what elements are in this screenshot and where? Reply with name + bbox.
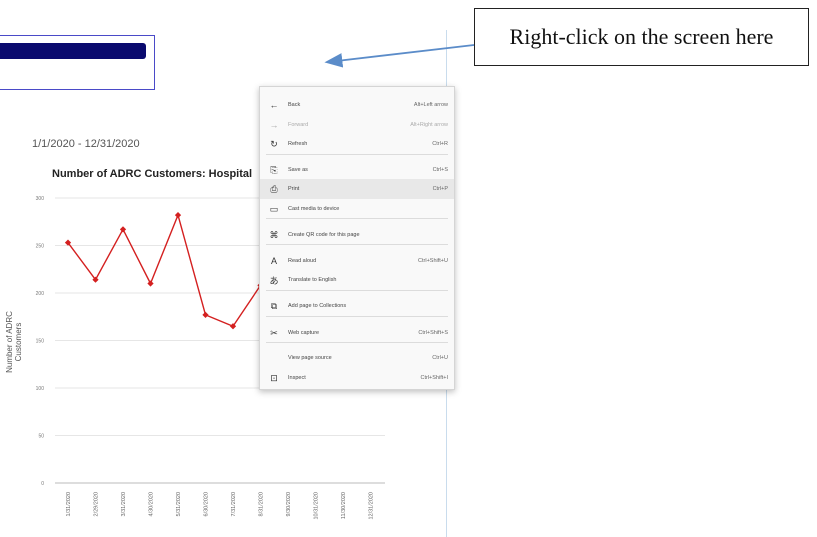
qr-code-icon: ⌘: [269, 229, 279, 240]
context-menu-separator: [266, 290, 448, 291]
y-tick-label: 250: [36, 244, 45, 250]
y-tick-label: 100: [36, 386, 45, 392]
data-point: [147, 280, 154, 287]
context-menu-label: Save as: [288, 167, 308, 173]
x-tick-label: 4/30/2020: [149, 492, 155, 516]
context-menu-item-back[interactable]: ← Back Alt+Left arrow: [260, 95, 454, 115]
context-menu-separator: [266, 316, 448, 317]
back-icon: ←: [269, 100, 279, 110]
context-menu-label: Translate to English: [288, 277, 337, 283]
context-menu-item-save-as[interactable]: ⎘ Save as Ctrl+S: [260, 160, 454, 180]
refresh-icon: ↻: [270, 138, 278, 149]
y-tick-label: 200: [36, 291, 45, 297]
context-menu-shortcut: Ctrl+Shift+S: [418, 330, 448, 336]
y-tick-label: 0: [41, 481, 44, 487]
data-point: [119, 226, 127, 233]
context-menu-shortcut: Alt+Left arrow: [413, 102, 448, 108]
context-menu-item-refresh[interactable]: ↻ Refresh Ctrl+R: [260, 134, 454, 154]
context-menu-label: Add page to Collections: [288, 303, 347, 309]
context-menu-item-print[interactable]: ⎙ Print Ctrl+P: [260, 179, 454, 199]
context-menu-separator: [266, 244, 448, 245]
x-tick-label: 5/31/2020: [176, 492, 182, 516]
context-menu-item-read-aloud[interactable]: A Read aloud Ctrl+Shift+U: [260, 251, 454, 271]
y-tick-label: 300: [36, 196, 45, 202]
context-menu-shortcut: Ctrl+P: [432, 186, 448, 192]
context-menu-label: Inspect: [288, 375, 306, 381]
y-tick-label: 150: [36, 339, 45, 345]
context-menu: ← Back Alt+Left arrow → Forward Alt+Right arr…: [259, 86, 455, 390]
forward-icon: →: [269, 120, 279, 130]
collections-icon: ⧉: [270, 300, 278, 311]
context-menu-shortcut: Ctrl+U: [432, 355, 448, 361]
data-point: [174, 211, 182, 219]
context-menu-shortcut: Ctrl+S: [432, 167, 448, 173]
context-menu-shortcut: Ctrl+Shift+I: [420, 375, 448, 381]
x-tick-label: 10/31/2020: [314, 492, 320, 520]
inspect-icon: ⊡: [270, 372, 278, 383]
context-menu-item-view-page-source[interactable]: View page source Ctrl+U: [260, 348, 454, 368]
data-point: [202, 311, 209, 318]
x-tick-label: 2/29/2020: [94, 492, 100, 516]
context-menu-shortcut: Ctrl+R: [432, 141, 448, 147]
print-icon: ⎙: [270, 183, 278, 194]
cast-icon: ▭: [269, 203, 279, 214]
context-menu-item-forward[interactable]: → Forward Alt+Right arrow: [260, 115, 454, 135]
context-menu-label: Refresh: [288, 141, 308, 147]
x-tick-label: 7/31/2020: [231, 492, 237, 516]
x-tick-label: 1/31/2020: [66, 492, 72, 516]
context-menu-shortcut: Ctrl+Shift+U: [418, 258, 448, 264]
context-menu-label: Cast media to device: [288, 206, 340, 212]
context-menu-label: Forward: [288, 122, 309, 128]
context-menu-label: Web capture: [288, 330, 320, 336]
series-line: [67, 212, 262, 328]
read-aloud-icon: A: [270, 256, 277, 266]
context-menu-label: Read aloud: [288, 258, 317, 264]
context-menu-item-add-page-to-collections[interactable]: ⧉ Add page to Collections: [260, 296, 454, 316]
context-menu-separator: [266, 154, 448, 155]
y-tick-label: 50: [38, 434, 44, 440]
x-tick-label: 9/30/2020: [286, 492, 292, 516]
context-menu-item-create-qr-code-for-this-page[interactable]: ⌘ Create QR code for this page: [260, 225, 454, 245]
context-menu-item-translate-to-english[interactable]: あ Translate to English: [260, 270, 454, 290]
translate-icon: あ: [269, 275, 279, 286]
context-menu-separator: [266, 342, 448, 343]
context-menu-label: View page source: [288, 355, 332, 361]
x-tick-label: 8/31/2020: [259, 492, 265, 516]
save-icon: ⎘: [270, 164, 278, 175]
context-menu-separator: [266, 218, 448, 219]
x-tick-label: 11/30/2020: [341, 492, 347, 519]
x-tick-label: 3/31/2020: [121, 492, 127, 516]
context-menu-label: Back: [288, 102, 301, 108]
context-menu-label: Create QR code for this page: [288, 232, 360, 238]
x-tick-label: 6/30/2020: [204, 492, 210, 516]
context-menu-item-web-capture[interactable]: ✂ Web capture Ctrl+Shift+S: [260, 323, 454, 343]
web-capture-icon: ✂: [270, 327, 278, 338]
context-menu-shortcut: Alt+Right arrow: [410, 122, 448, 128]
x-tick-label: 12/31/2020: [369, 492, 375, 520]
context-menu-item-inspect[interactable]: ⊡ Inspect Ctrl+Shift+I: [260, 368, 454, 388]
context-menu-label: Print: [288, 186, 300, 192]
context-menu-item-cast-media-to-device[interactable]: ▭ Cast media to device: [260, 199, 454, 219]
